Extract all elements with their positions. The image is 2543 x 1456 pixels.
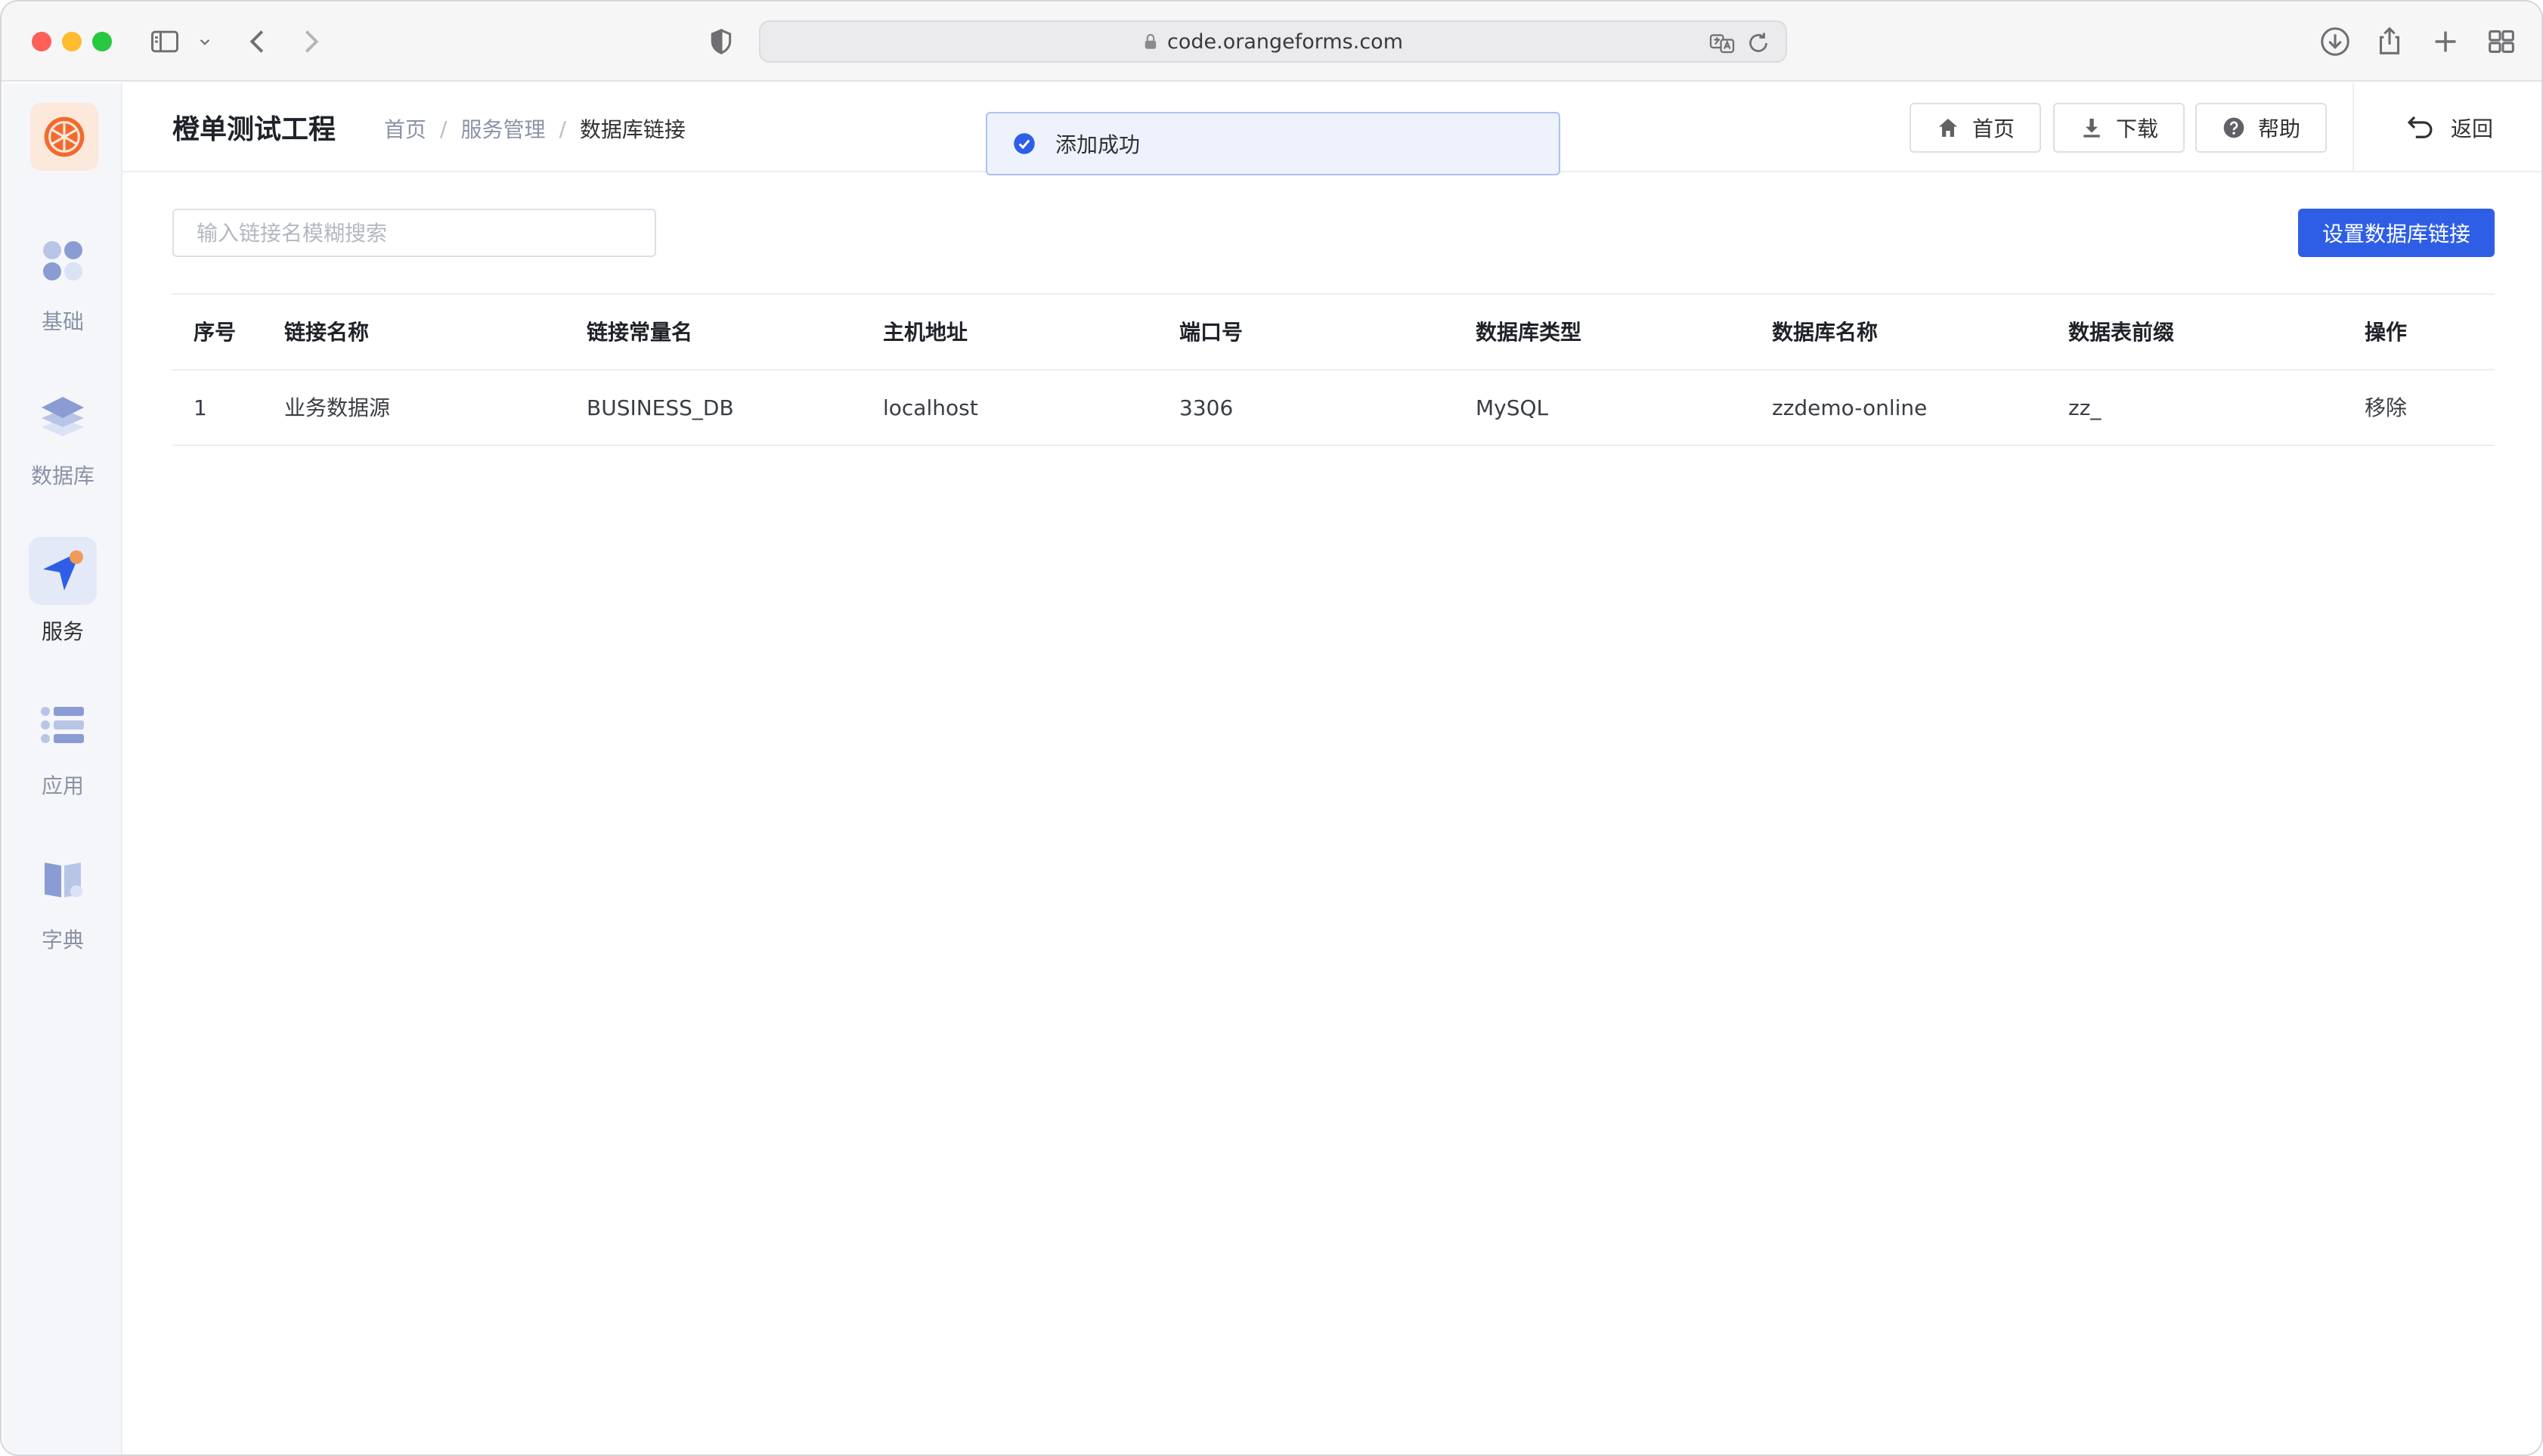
cell-db-name: zzdemo-online [1772, 395, 1928, 420]
column-header-port: 端口号 [1179, 320, 1244, 345]
cell-constant-name: BUSINESS_DB [587, 395, 734, 420]
sidebar-toggle-icon[interactable] [148, 24, 181, 59]
app-logo[interactable] [30, 103, 98, 171]
orange-logo-icon [44, 116, 85, 157]
success-toast: 添加成功 [986, 112, 1560, 175]
breadcrumb-separator: / [559, 116, 566, 141]
help-button[interactable]: 帮助 [2195, 103, 2327, 153]
sidebar-item-database[interactable]: 数据库 [3, 381, 122, 510]
forward-arrow-icon[interactable] [293, 24, 328, 59]
cell-link-name: 业务数据源 [284, 395, 391, 420]
sidebar-item-service[interactable]: 服务 [3, 537, 122, 665]
translate-icon[interactable] [1708, 29, 1736, 57]
database-layers-icon [29, 381, 97, 449]
browser-window: code.orangeforms.com 基础 数据库 服务 应用 字典 橙单测… [0, 0, 2543, 1456]
table-row: 1 业务数据源 BUSINESS_DB localhost 3306 MySQL… [172, 370, 2495, 446]
home-button-label: 首页 [1972, 116, 2015, 141]
download-button-label: 下载 [2115, 116, 2158, 141]
column-header-host: 主机地址 [883, 320, 968, 345]
column-header-index: 序号 [194, 320, 237, 345]
home-button[interactable]: 首页 [1910, 103, 2041, 153]
app-sidebar: 基础 数据库 服务 应用 字典 [3, 83, 122, 1454]
breadcrumb-separator: / [440, 116, 448, 141]
undo-arrow-icon [2407, 116, 2433, 138]
help-icon [2223, 117, 2244, 138]
toast-message: 添加成功 [1055, 132, 1141, 157]
cell-port: 3306 [1179, 395, 1234, 420]
blocks-icon [29, 227, 97, 295]
url-text: code.orangeforms.com [1167, 29, 1403, 54]
sidebar-item-label: 数据库 [30, 463, 94, 488]
remove-link-button[interactable]: 移除 [2365, 370, 2407, 446]
minimize-window-button[interactable] [62, 32, 82, 51]
list-icon [29, 691, 97, 759]
download-button[interactable]: 下载 [2053, 103, 2185, 153]
help-button-label: 帮助 [2257, 116, 2300, 141]
navigation-arrow-icon [29, 537, 97, 605]
sidebar-item-label: 服务 [41, 619, 84, 644]
set-database-link-button[interactable]: 设置数据库链接 [2298, 209, 2495, 257]
sidebar-item-label: 基础 [41, 309, 84, 334]
download-icon [2083, 119, 2100, 138]
cell-host: localhost [883, 395, 978, 420]
back-arrow-icon[interactable] [240, 24, 275, 59]
privacy-shield-icon[interactable] [706, 24, 736, 59]
reload-icon[interactable] [1745, 29, 1772, 57]
column-header-db-type: 数据库类型 [1476, 320, 1582, 345]
tab-overview-icon[interactable] [2484, 24, 2519, 59]
table-header-row: 序号 链接名称 链接常量名 主机地址 端口号 数据库类型 数据库名称 数据表前缀… [172, 295, 2495, 370]
breadcrumb: 首页 / 服务管理 / 数据库链接 [384, 113, 686, 144]
cell-table-prefix: zz_ [2068, 395, 2102, 420]
sidebar-item-basic[interactable]: 基础 [3, 227, 122, 355]
chevron-down-icon[interactable] [195, 24, 215, 59]
home-icon [1938, 119, 1957, 137]
sidebar-item-label: 字典 [41, 928, 84, 953]
cell-db-type: MySQL [1476, 395, 1549, 420]
check-circle-icon [1014, 133, 1035, 154]
sidebar-item-dictionary[interactable]: 字典 [3, 845, 122, 974]
new-tab-icon[interactable] [2428, 24, 2463, 59]
lock-icon [1145, 33, 1157, 49]
column-header-db-name: 数据库名称 [1772, 320, 1879, 345]
column-header-table-prefix: 数据表前缀 [2068, 320, 2175, 345]
breadcrumb-home[interactable]: 首页 [384, 113, 426, 144]
book-icon [29, 845, 97, 913]
header-divider [2353, 83, 2354, 172]
back-button[interactable]: 返回 [2404, 107, 2493, 148]
database-link-table: 序号 链接名称 链接常量名 主机地址 端口号 数据库类型 数据库名称 数据表前缀… [172, 293, 2495, 446]
sidebar-item-label: 应用 [41, 773, 84, 798]
maximize-window-button[interactable] [92, 32, 112, 51]
sidebar-item-application[interactable]: 应用 [3, 691, 122, 819]
column-header-link-name: 链接名称 [284, 320, 370, 345]
downloads-icon[interactable] [2318, 24, 2353, 59]
address-bar[interactable]: code.orangeforms.com [759, 20, 1787, 63]
share-icon[interactable] [2372, 24, 2407, 59]
breadcrumb-current: 数据库链接 [579, 117, 686, 142]
link-name-search-input[interactable] [172, 209, 656, 257]
breadcrumb-service-management[interactable]: 服务管理 [460, 113, 545, 144]
project-title: 橙单测试工程 [172, 114, 336, 145]
column-header-actions: 操作 [2365, 320, 2408, 345]
browser-toolbar: code.orangeforms.com [2, 2, 2541, 82]
column-header-constant-name: 链接常量名 [587, 320, 693, 345]
back-button-label: 返回 [2451, 116, 2494, 141]
close-window-button[interactable] [32, 32, 51, 51]
cell-index: 1 [194, 395, 207, 420]
